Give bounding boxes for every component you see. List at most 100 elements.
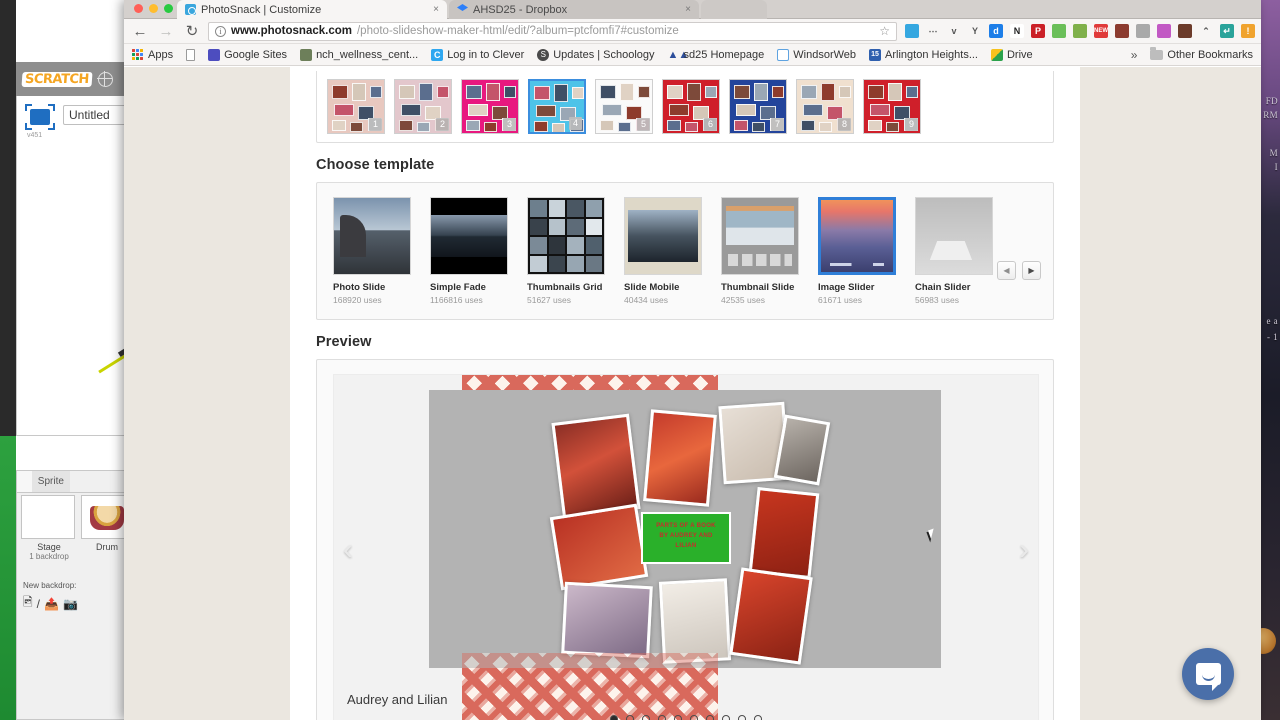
slide-dot[interactable] [674, 715, 682, 720]
bookmarks-overflow-icon[interactable]: » [1131, 48, 1138, 62]
site-info-icon[interactable]: i [215, 25, 226, 37]
album-photo-thumbnail[interactable]: 6 [662, 79, 720, 134]
slide-dot[interactable] [754, 715, 762, 720]
tag-extension-icon[interactable] [1073, 24, 1087, 38]
new-tab-button[interactable] [701, 0, 767, 19]
slide-dot-nav[interactable] [334, 715, 1038, 720]
bookmark-apps[interactable]: Apps [132, 48, 173, 61]
template-thumbnail[interactable] [915, 197, 993, 275]
tab-sprite[interactable]: Sprite [31, 471, 70, 492]
bookmark-star-icon[interactable]: ☆ [879, 24, 890, 38]
slide-prev-arrow-icon[interactable]: ‹ [343, 535, 353, 565]
tab-photosnack[interactable]: PhotoSnack | Customize × [177, 0, 447, 19]
album-photo-thumbnail[interactable]: 4 [528, 79, 586, 134]
template-card[interactable]: Thumbnail Slide 42535 uses [721, 197, 799, 305]
template-card[interactable]: Photo Slide 168920 uses [333, 197, 411, 305]
minimize-window-button[interactable] [149, 4, 158, 13]
upload-icon[interactable]: 📤 [44, 597, 59, 611]
stage-frame-icon[interactable] [25, 104, 55, 130]
template-card[interactable]: Simple Fade 1166816 uses [430, 197, 508, 305]
template-prev-button[interactable]: ◀ [997, 261, 1016, 280]
paint-icon[interactable]: / [37, 597, 40, 611]
template-card[interactable]: Image Slider 61671 uses [818, 197, 896, 305]
template-next-button[interactable]: ▶ [1022, 261, 1041, 280]
maximize-window-button[interactable] [164, 4, 173, 13]
pinterest-extension-icon[interactable]: P [1031, 24, 1045, 38]
template-thumbnail[interactable] [527, 197, 605, 275]
slide-next-arrow-icon[interactable]: › [1019, 535, 1029, 565]
reload-button[interactable]: ↻ [182, 24, 202, 39]
album-photo-thumbnail[interactable]: 5 [595, 79, 653, 134]
bookmark-other-bookmarks[interactable]: Other Bookmarks [1150, 47, 1253, 61]
album-photo-thumbnail[interactable]: 3 [461, 79, 519, 134]
image-icon[interactable]: 🖻 [23, 593, 33, 614]
bookmark-drive[interactable]: Drive [990, 48, 1033, 61]
album-photo-strip[interactable]: 1 2 3 4 5 6 7 8 9 [316, 71, 1054, 143]
slide-dot[interactable] [626, 715, 634, 720]
camera-icon[interactable]: 📷 [63, 597, 78, 611]
globe-icon[interactable] [97, 70, 113, 87]
tree-extension-icon[interactable] [1178, 24, 1192, 38]
stage-thumbnail[interactable] [21, 495, 75, 539]
template-thumbnail[interactable] [624, 197, 702, 275]
clever-extension-icon[interactable]: d [989, 24, 1003, 38]
album-photo-thumbnail[interactable]: 7 [729, 79, 787, 134]
scratch-editor-window[interactable]: SCRATCH v451 Untitled Sprite Stage 1 bac… [0, 0, 133, 720]
puzzle-extension-icon[interactable] [1157, 24, 1171, 38]
close-window-button[interactable] [134, 4, 143, 13]
album-photo-thumbnail[interactable]: 1 [327, 79, 385, 134]
template-thumbnail[interactable] [333, 197, 411, 275]
bookmark-arlington-heights[interactable]: 15 Arlington Heights... [869, 48, 978, 61]
twitter-extension-icon[interactable] [905, 24, 919, 38]
template-carousel-nav[interactable]: ◀ ▶ [997, 261, 1041, 280]
slide-dot[interactable] [706, 715, 714, 720]
intercom-chat-launcher[interactable] [1182, 648, 1234, 700]
slideshow-preview[interactable]: PARTS OF A BOOK BY AUDREY AND LILIAN ‹ ›… [333, 374, 1039, 720]
bookmark-google-sites[interactable]: Google Sites [208, 48, 287, 61]
project-title-input[interactable]: Untitled [63, 105, 132, 125]
pin-extension-icon[interactable] [1136, 24, 1150, 38]
slide-dot[interactable] [738, 715, 746, 720]
bookmark-blank-page[interactable] [186, 48, 196, 61]
album-photo-thumbnail[interactable]: 2 [394, 79, 452, 134]
tab-stage[interactable] [17, 471, 32, 492]
tab-dropbox[interactable]: AHSD25 - Dropbox × [449, 0, 699, 19]
new-backdrop-label: New backdrop: [23, 581, 77, 590]
back-button[interactable]: ← [130, 24, 150, 39]
bookmark-clever[interactable]: C Log in to Clever [431, 48, 524, 61]
template-card[interactable]: Slide Mobile 40434 uses [624, 197, 702, 305]
window-traffic-lights[interactable] [134, 4, 173, 13]
location-extension-icon[interactable] [1052, 24, 1066, 38]
caret-extension-icon[interactable]: ⌃ [1199, 24, 1213, 38]
forward-button[interactable]: → [156, 24, 176, 39]
close-icon[interactable]: × [433, 4, 439, 15]
template-card[interactable]: Chain Slider 56983 uses [915, 197, 993, 305]
more-extensions-icon[interactable]: ⋯ [926, 24, 940, 38]
pocket-extension-icon[interactable]: ᴠ [947, 24, 961, 38]
address-bar[interactable]: i www.photosnack.com /photo-slideshow-ma… [208, 21, 897, 41]
template-list[interactable]: Photo Slide 168920 uses Simple Fade 1166816… [333, 197, 1037, 305]
yandex-extension-icon[interactable]: Y [968, 24, 982, 38]
slide-dot[interactable] [690, 715, 698, 720]
template-card[interactable]: Thumbnails Grid 51627 uses [527, 197, 605, 305]
template-thumbnail[interactable] [818, 197, 896, 275]
template-thumbnail[interactable] [430, 197, 508, 275]
evernote-extension-icon[interactable] [1115, 24, 1129, 38]
bookmark-schoology[interactable]: S Updates | Schoology [537, 48, 655, 61]
bookmark-windsorweb[interactable]: WindsorWeb [777, 48, 856, 61]
slide-dot[interactable] [658, 715, 666, 720]
new-badge-extension-icon[interactable]: NEW [1094, 24, 1108, 38]
alert-extension-icon[interactable]: ! [1241, 24, 1255, 38]
bookmark-nch-wellness[interactable]: nch_wellness_cent... [300, 48, 418, 61]
share-extension-icon[interactable]: ↵ [1220, 24, 1234, 38]
stage-panel[interactable]: Stage 1 backdrop [21, 495, 77, 561]
album-photo-thumbnail[interactable]: 8 [796, 79, 854, 134]
close-icon[interactable]: × [685, 4, 691, 15]
slide-dot[interactable] [722, 715, 730, 720]
bookmark-sd25-homepage[interactable]: ▲▲ sd25 Homepage [668, 49, 765, 61]
slide-dot[interactable] [642, 715, 650, 720]
notebook-extension-icon[interactable]: N [1010, 24, 1024, 38]
template-thumbnail[interactable] [721, 197, 799, 275]
slide-dot[interactable] [610, 715, 618, 720]
album-photo-thumbnail[interactable]: 9 [863, 79, 921, 134]
